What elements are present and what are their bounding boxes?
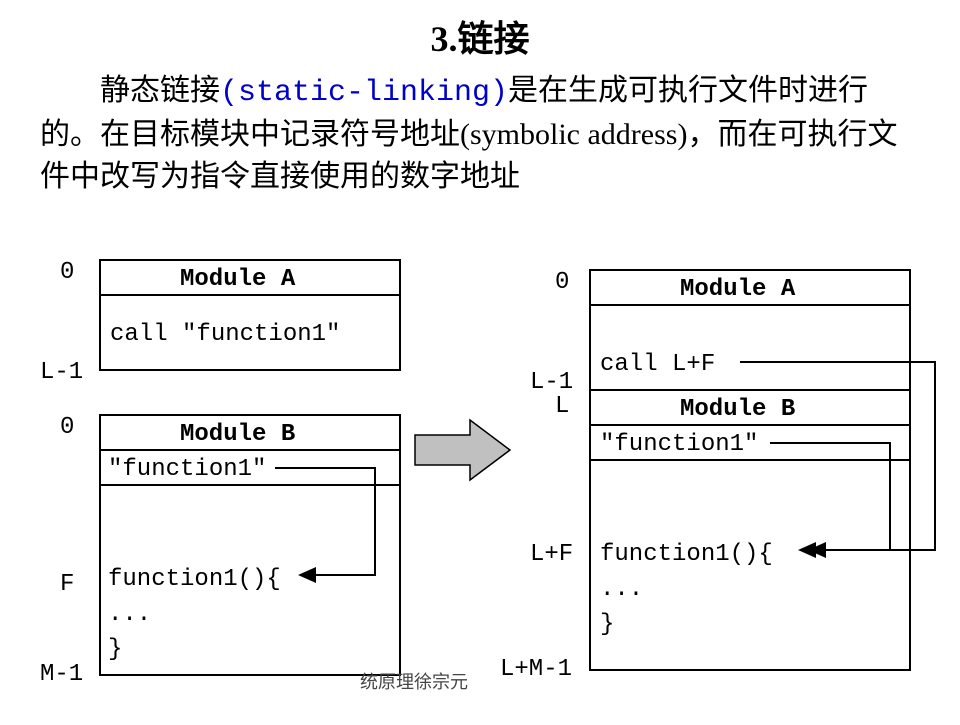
right-L: L [555,393,569,420]
left-a-zero: 0 [60,259,74,286]
right-LM1: L+M-1 [500,656,572,683]
para-pre: 静态链接 [100,74,220,107]
left-module-b-body1: function1(){ [108,566,281,593]
right-module-b-body1: function1(){ [600,541,773,568]
page-title: 3.链接 [0,10,960,62]
left-b-zero: 0 [60,414,74,441]
left-module-b-body3: } [108,636,122,663]
left-module-b-box [100,415,400,675]
diagram: Module A call "function1" 0 L-1 Module B… [0,250,960,720]
left-b-F: F [60,571,74,598]
left-module-b-sym: "function1" [108,456,266,483]
right-L1: L-1 [530,369,573,396]
right-module-a-title: Module A [680,276,796,303]
paragraph: 静态链接(static-linking)是在生成可执行文件时进行的。在目标模块中… [40,70,920,198]
right-module-a-call: call L+F [600,351,715,378]
left-module-b-title: Module B [180,421,295,448]
transform-arrow-icon [415,420,510,480]
left-module-b-body2: ... [108,601,151,628]
left-a-l1: L-1 [40,359,83,386]
left-module-a-title: Module A [180,266,296,293]
para-blue: (static-linking) [220,76,508,110]
right-zero: 0 [555,269,569,296]
right-box [590,270,910,670]
right-module-b-sym: "function1" [600,431,758,458]
right-module-b-body2: ... [600,576,643,603]
left-b-M1: M-1 [40,661,83,688]
left-module-a-call: call "function1" [110,321,340,348]
footer-text: 统原理徐宗元 [360,668,468,694]
right-module-b-body3: } [600,611,614,638]
right-LF: L+F [530,541,573,568]
right-module-b-title: Module B [680,396,795,423]
